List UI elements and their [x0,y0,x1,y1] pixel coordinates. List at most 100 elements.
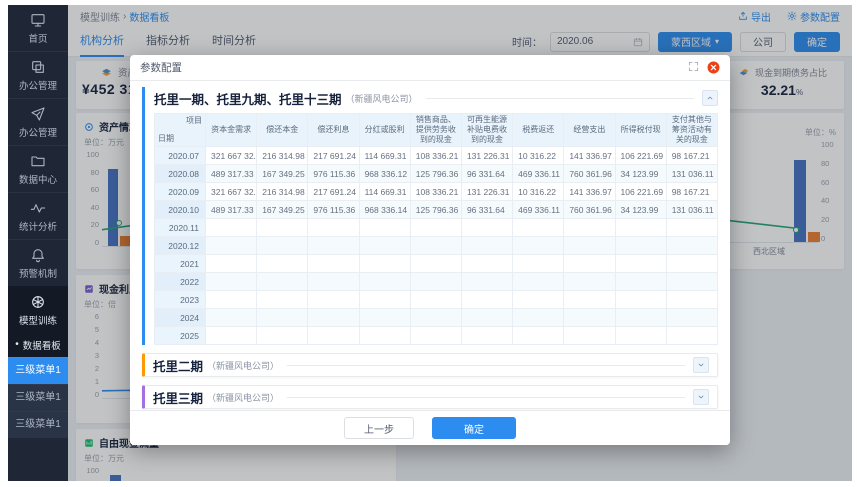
table-cell [512,290,565,309]
table-cell: 98 167.21 [665,146,719,165]
close-icon[interactable] [707,61,720,74]
sidebar-third-level: 三级菜单1 三级菜单1 三级菜单1 [8,357,68,438]
chevron-down-icon[interactable] [693,357,709,373]
table-cell [204,326,258,345]
expand-icon[interactable] [688,59,699,77]
section-tuoli-3[interactable]: 托里三期 （新疆风电公司） [142,385,718,409]
section-title: 托里一期、托里九期、托里十三期 [154,92,342,107]
table-cell [665,236,719,255]
row-date: 2024 [154,308,206,327]
row-date: 2020.09 [154,182,206,201]
table-cell: 125 796.36 [409,164,462,183]
table-cell [614,218,667,237]
table-column-header: 偿还利息 [307,113,360,147]
table-cell [614,308,667,327]
modal-header: 参数配置 [130,55,730,81]
row-date: 2025 [154,326,206,345]
table-cell: 114 669.31 [358,182,411,201]
sidebar-item-data-board[interactable]: • 数据看板 [8,333,68,357]
table-row: 2020.08 489 317.33 167 349.25 976 115.36 968… [154,164,719,183]
modal-confirm-button[interactable]: 确定 [432,417,516,439]
table-cell [563,308,616,327]
table-cell [563,218,616,237]
row-date: 2020.07 [154,146,206,165]
table-cell [204,236,258,255]
table-column-header: 偿还本金 [256,113,309,147]
send-icon [30,106,46,122]
table-corner-cell: 项目 日期 [154,113,206,147]
table-cell [665,290,719,309]
table-cell [409,290,462,309]
table-cell [460,218,514,237]
table-cell [204,254,258,273]
table-cell: 216 314.98 [256,146,309,165]
table-cell: 321 667 32.89 [204,146,258,165]
sidebar-item-4[interactable]: 统计分析 [8,192,68,239]
table-cell [563,272,616,291]
table-cell: 106 221.69 [614,146,667,165]
table-cell [409,272,462,291]
sidebar-item-3[interactable]: 数据中心 [8,145,68,192]
table-column-header: 销售商品、提供劳务收到的现金 [409,113,462,147]
table-cell: 98 167.21 [665,182,719,201]
sidebar-menu: 首页 办公管理 办公管理 数据中心 统计分析 预警机制 模型训练 [8,5,68,333]
app-root: 首页 办公管理 办公管理 数据中心 统计分析 预警机制 模型训练 • 数据看板 三级菜单1 三… [8,5,852,481]
table-cell: 469 336.11 [512,200,565,219]
table-cell [512,218,565,237]
divider [425,97,694,99]
table-cell [614,254,667,273]
table-cell [256,308,309,327]
table-cell: 976 115.36 [307,164,360,183]
chevron-down-icon[interactable] [693,389,709,405]
table-cell [563,290,616,309]
table-cell [204,308,258,327]
folder-icon [30,153,46,169]
table-cell [512,326,565,345]
table-cell [614,236,667,255]
table-cell [614,326,667,345]
copy-icon [30,59,46,75]
table-row: 2020.10 489 317.33 167 349.25 976 115.36 968… [154,200,719,219]
table-cell: 96 331.64 [460,164,514,183]
table-row: 2024 [154,308,719,327]
sidebar-third-item-0[interactable]: 三级菜单1 [8,357,68,384]
table-cell [256,272,309,291]
row-date: 2023 [154,290,206,309]
table-cell [409,218,462,237]
section-company: （新疆风电公司） [345,93,418,104]
prev-step-button[interactable]: 上一步 [344,417,414,439]
table-cell [256,254,309,273]
table-cell [563,326,616,345]
section-tuoli-2[interactable]: 托里二期 （新疆风电公司） [142,353,718,377]
sidebar-item-0[interactable]: 首页 [8,5,68,51]
table-cell [256,290,309,309]
table-cell [665,326,719,345]
sidebar-third-item-1[interactable]: 三级菜单1 [8,384,68,411]
table-cell: 760 361.96 [563,164,616,183]
main-area: 模型训练 › 数据看板 导出 参数配置 机构分析 指标分析 时间分析 时间： 2… [68,5,852,481]
sidebar-item-label: 模型训练 [18,315,57,327]
table-cell: 106 221.69 [614,182,667,201]
table-body: 2020.07321 667 32.89216 314.98217 691.24… [154,146,719,345]
table-cell: 131 036.11 [665,200,719,219]
table-cell: 469 336.11 [512,164,565,183]
sidebar-item-1[interactable]: 办公管理 [8,51,68,98]
table-cell: 976 115.36 [307,200,360,219]
table-cell [614,272,667,291]
table-cell: 10 316.22 [512,146,565,165]
table-cell [358,326,411,345]
table-cell [614,290,667,309]
table-cell [460,254,514,273]
sidebar-item-5[interactable]: 预警机制 [8,239,68,286]
table-cell [563,236,616,255]
sidebar-third-item-2[interactable]: 三级菜单1 [8,411,68,438]
parameter-table: 项目 日期 资本金需求 偿还本金 偿还利息 分红或股利 销售商品、提供劳务收到的现金 可再… [154,113,719,345]
table-cell [204,290,258,309]
bell-icon [30,247,46,263]
sidebar-item-label: 预警机制 [18,268,57,280]
table-column-header: 所得税付现 [614,113,667,147]
sidebar-item-2[interactable]: 办公管理 [8,98,68,145]
table-cell [512,236,565,255]
sidebar-item-6[interactable]: 模型训练 [8,286,68,333]
chevron-up-icon[interactable] [702,90,718,106]
